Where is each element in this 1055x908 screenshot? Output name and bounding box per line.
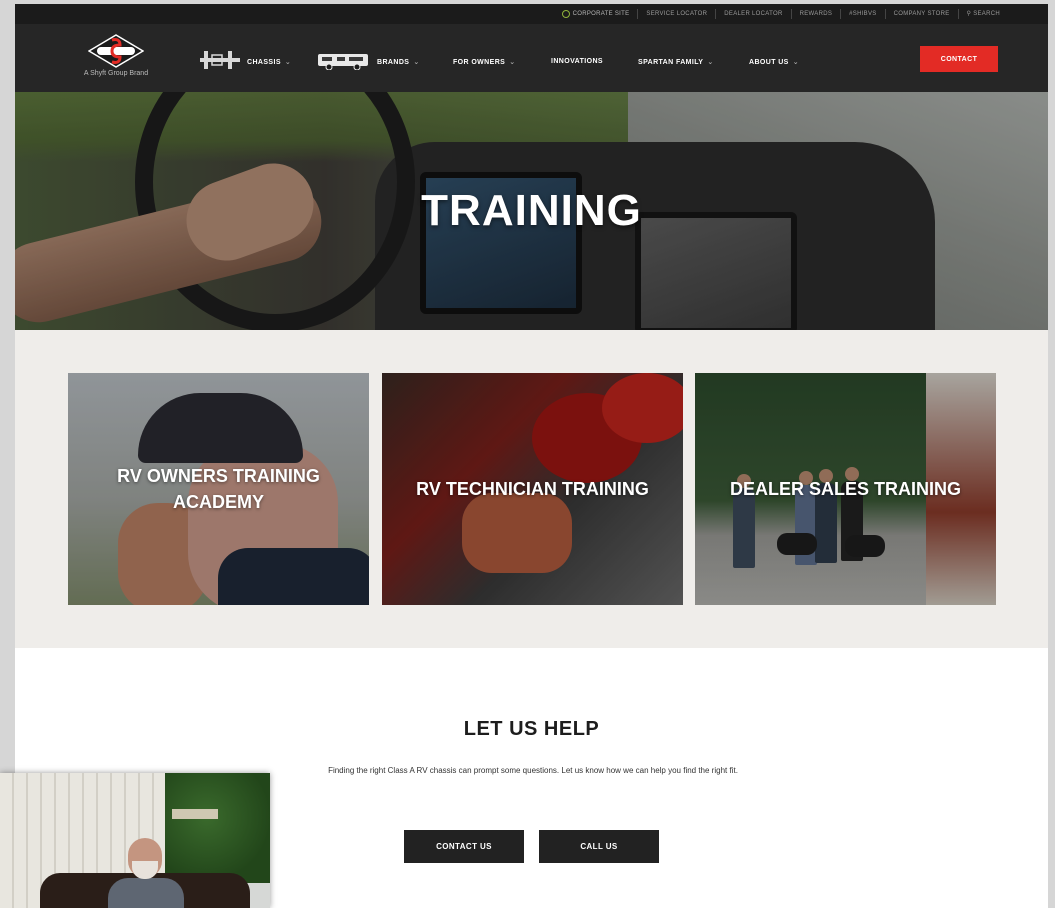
chevron-down-icon: ⌄ <box>792 59 800 66</box>
chevron-down-icon: ⌄ <box>413 59 420 66</box>
dealer-locator-link[interactable]: DEALER LOCATOR <box>715 9 790 19</box>
corporate-site-link[interactable]: CORPORATE SITE <box>554 9 638 19</box>
nav-spartan-family-label: SPARTAN FAMILY <box>638 58 704 66</box>
chevron-down-icon: ⌄ <box>284 59 292 66</box>
help-heading: LET US HELP <box>463 718 600 740</box>
card-rv-owners-training[interactable]: RV OWNERS TRAINING ACADEMY <box>68 373 369 605</box>
nav-for-owners-label: FOR OWNERS <box>453 58 506 66</box>
globe-icon <box>561 10 570 18</box>
shibvs-link[interactable]: #SHIBVS <box>840 9 884 19</box>
spartan-badge-icon <box>88 34 144 68</box>
brand-tagline: A Shyft Group Brand <box>83 70 149 77</box>
rewards-link[interactable]: REWARDS <box>790 9 841 19</box>
wall-sign <box>172 809 218 819</box>
video-inset[interactable] <box>0 773 270 908</box>
rv-brands-icon <box>318 54 368 70</box>
search-label: SEARCH <box>973 11 1000 17</box>
card-title: RV TECHNICIAN TRAINING <box>416 479 649 499</box>
chevron-down-icon: ⌄ <box>707 59 714 66</box>
company-store-link[interactable]: COMPANY STORE <box>884 9 958 19</box>
spartan-logo[interactable]: A Shyft Group Brand <box>71 34 161 86</box>
contact-us-button[interactable]: CONTACT US <box>404 830 524 863</box>
contact-button[interactable]: CONTACT <box>920 46 998 72</box>
hero-banner: TRAINING <box>15 92 1048 330</box>
plant <box>165 773 270 883</box>
nav-chassis-label: CHASSIS <box>247 58 281 66</box>
nav-chassis[interactable]: CHASSIS ⌄ <box>247 58 292 67</box>
card-dealer-sales-training[interactable]: DEALER SALES TRAINING <box>695 373 996 605</box>
card-title: DEALER SALES TRAINING <box>729 479 961 499</box>
corporate-site-label: CORPORATE SITE <box>572 11 630 17</box>
search-link[interactable]: ⚲ SEARCH <box>957 9 1008 19</box>
nav-innovations[interactable]: INNOVATIONS <box>551 58 603 65</box>
nav-about-us[interactable]: ABOUT US ⌄ <box>749 58 800 67</box>
help-text: Finding the right Class A RV chassis can… <box>328 766 738 775</box>
search-icon: ⚲ <box>966 11 972 17</box>
nav-brands-label: BRANDS <box>377 58 410 66</box>
nav-spartan-family[interactable]: SPARTAN FAMILY ⌄ <box>638 58 714 67</box>
card-rv-technician-training[interactable]: RV TECHNICIAN TRAINING <box>382 373 683 605</box>
chevron-down-icon: ⌄ <box>509 59 516 66</box>
nav-innovations-label: INNOVATIONS <box>551 58 603 65</box>
main-nav: A Shyft Group Brand CHASSIS ⌄ BRANDS ⌄ F… <box>15 24 1048 92</box>
presenter-body <box>108 878 184 908</box>
training-cards-section: RV OWNERS TRAINING ACADEMY RV TECHNICIAN… <box>15 330 1048 648</box>
call-us-button[interactable]: CALL US <box>539 830 659 863</box>
service-locator-link[interactable]: SERVICE LOCATOR <box>637 9 715 19</box>
page-title: TRAINING <box>421 186 642 235</box>
utility-bar: CORPORATE SITE SERVICE LOCATOR DEALER LO… <box>15 4 1048 24</box>
nav-for-owners[interactable]: FOR OWNERS ⌄ <box>453 58 516 67</box>
chassis-icon <box>200 51 240 69</box>
nav-brands[interactable]: BRANDS ⌄ <box>377 58 420 67</box>
nav-about-us-label: ABOUT US <box>749 58 789 66</box>
card-title: RV OWNERS TRAINING ACADEMY <box>117 466 320 512</box>
